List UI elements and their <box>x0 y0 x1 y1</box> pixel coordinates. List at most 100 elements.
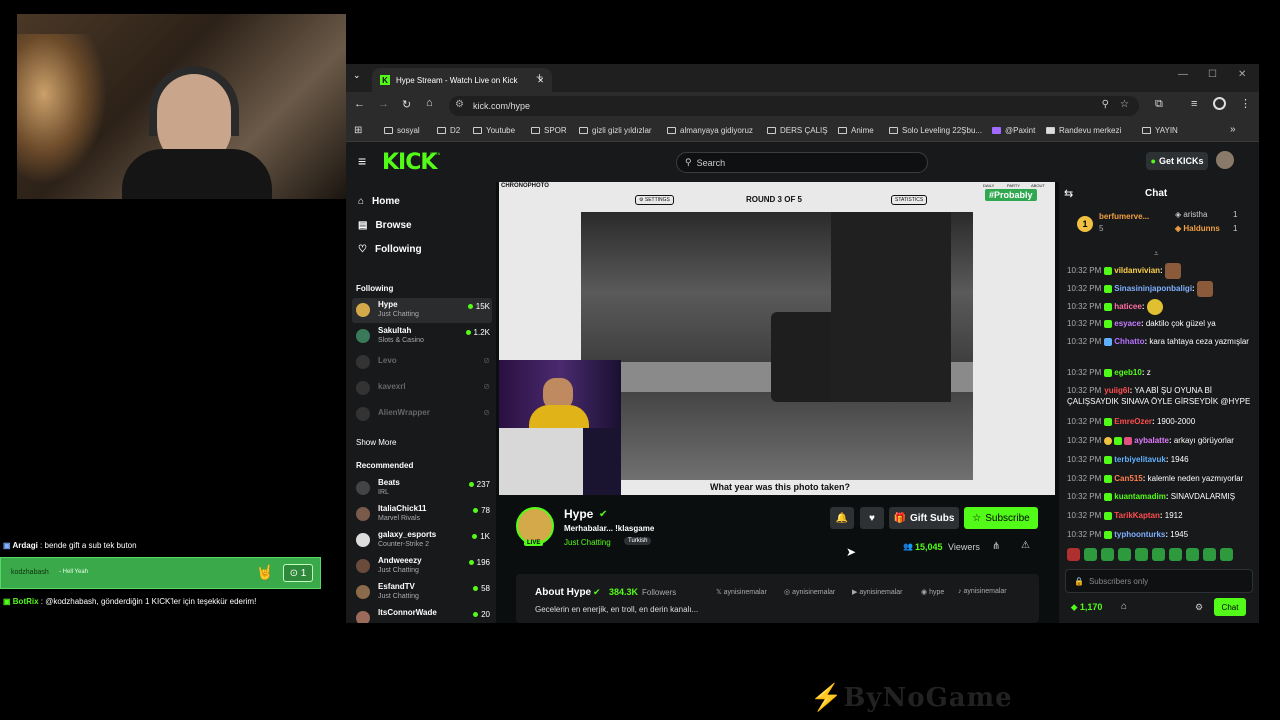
chat-user[interactable]: Chhatto <box>1114 337 1144 346</box>
sidebar-channel-recommended[interactable]: Andweeezy Just Chatting 196 <box>352 554 492 579</box>
social-discord[interactable]: ◉ hype <box>921 588 944 596</box>
video-player[interactable]: CHRONOPHOTO ⚙ SETTINGS ROUND 3 OF 5 STAT… <box>499 182 1055 495</box>
site-info-icon[interactable]: ⚙ <box>455 99 464 110</box>
sidebar-channel-recommended[interactable]: ItsConnorWade 20 <box>352 606 492 623</box>
sidebar-channel-offline[interactable]: kavexrl ⊘ <box>352 376 492 401</box>
back-icon[interactable]: ← <box>354 98 365 110</box>
menu-kebab-icon[interactable]: ⋮ <box>1240 97 1251 110</box>
hamburger-menu-icon[interactable]: ≡ <box>358 153 366 169</box>
get-kicks-button[interactable]: ● Get KICKs <box>1146 152 1208 170</box>
social-x[interactable]: 𝕏 aynisinemalar <box>716 588 767 596</box>
more-bookmarks-icon[interactable]: » <box>1230 124 1236 135</box>
new-tab-icon[interactable]: + <box>536 70 543 84</box>
bookmark-star-icon[interactable]: ☆ <box>1120 99 1129 110</box>
sidebar-channel-recommended[interactable]: EsfandTV Just Chatting 58 <box>352 580 492 605</box>
media-icon[interactable]: ≡ <box>1191 98 1197 110</box>
kicks-balance[interactable]: ⬥ 1,170 <box>1071 602 1102 613</box>
chat-user[interactable]: kuantamadim <box>1114 492 1166 501</box>
chat-input[interactable]: 🔒 Subscribers only <box>1065 569 1253 593</box>
subscribe-button[interactable]: ☆ Subscribe <box>964 507 1038 529</box>
social-tiktok[interactable]: ♪ aynisinemalar <box>958 588 1007 595</box>
zoom-icon[interactable]: ⚲ <box>1102 99 1109 110</box>
address-bar[interactable]: ⚙ kick.com/hype ⚲ ☆ <box>449 96 1139 116</box>
emote-icon[interactable] <box>1169 548 1182 561</box>
social-instagram[interactable]: ◎ aynisinemalar <box>784 588 835 596</box>
emote-icon[interactable] <box>1067 548 1080 561</box>
sidebar-channel-sakultah[interactable]: Sakultah Slots & Casino 1.2K <box>352 324 492 349</box>
language-tag[interactable]: Turkish <box>624 537 652 545</box>
chat-send-button[interactable]: Chat <box>1214 598 1246 616</box>
chat-user[interactable]: typhoonturks <box>1114 530 1165 539</box>
reload-icon[interactable]: ↻ <box>402 98 411 111</box>
report-icon[interactable]: ⚠ <box>1021 540 1030 551</box>
share-icon[interactable]: ⋔ <box>992 541 1000 552</box>
emote-icon[interactable] <box>1152 548 1165 561</box>
get-kicks-label: Get KICKs <box>1158 156 1204 166</box>
category-link[interactable]: Just Chatting <box>564 538 611 547</box>
bookmark-item[interactable]: YAYIN <box>1142 126 1178 135</box>
nav-home[interactable]: ⌂ Home <box>358 196 400 207</box>
bookmark-item[interactable]: Anime <box>838 126 874 135</box>
show-more-link[interactable]: Show More <box>356 438 396 447</box>
bookmark-item[interactable]: almanyaya gidiyoruz <box>667 126 753 135</box>
profile-icon[interactable] <box>1213 97 1226 110</box>
kick-logo[interactable]: KICK <box>382 150 437 175</box>
chat-user[interactable]: EmreOzer <box>1114 417 1152 426</box>
chat-user[interactable]: vildanvivian <box>1114 266 1160 275</box>
bookmark-item[interactable]: Solo Leveling 22Şbu... <box>889 126 982 135</box>
chat-user[interactable]: aybalatte <box>1134 436 1169 445</box>
chat-user[interactable]: egeb10 <box>1114 368 1142 377</box>
maximize-icon[interactable]: ☐ <box>1208 69 1217 80</box>
emote-icon[interactable] <box>1186 548 1199 561</box>
tab-active[interactable]: K Hype Stream - Watch Live on Kick ✕ <box>372 68 552 92</box>
emote-icon[interactable] <box>1084 548 1097 561</box>
emote-icon[interactable] <box>1220 548 1233 561</box>
emote-icon[interactable] <box>1118 548 1131 561</box>
bookmark-item[interactable]: DERS ÇALIŞ <box>767 126 828 135</box>
nav-following[interactable]: ♡ Following <box>358 244 422 255</box>
sidebar-channel-hype[interactable]: Hype Just Chatting 15K <box>352 298 492 323</box>
extensions-icon[interactable]: ⧉ <box>1155 98 1163 111</box>
sidebar-channel-offline[interactable]: Levo ⊘ <box>352 350 492 375</box>
sidebar-channel-offline[interactable]: AlienWrapper ⊘ <box>352 402 492 427</box>
nav-browse[interactable]: ▤ Browse <box>358 220 412 231</box>
notification-bell-button[interactable]: 🔔 <box>830 507 854 529</box>
user-avatar[interactable] <box>1216 151 1234 169</box>
expand-leaderboard-icon[interactable]: ⩡ <box>1154 249 1159 259</box>
sidebar-channel-recommended[interactable]: Beats IRL 237 <box>352 476 492 501</box>
gift-shop-icon[interactable]: ⌂ <box>1121 601 1127 612</box>
bookmark-item[interactable]: @Paxint <box>992 126 1035 135</box>
minimize-icon[interactable]: — <box>1178 69 1188 80</box>
apps-grid-icon[interactable]: ⊞ <box>354 125 362 136</box>
bookmark-item[interactable]: SPOR <box>531 126 567 135</box>
forward-icon[interactable]: → <box>378 98 389 110</box>
viewer-count: 196 <box>476 558 490 567</box>
collapse-chat-icon[interactable]: ⇆ <box>1064 187 1073 200</box>
emote-icon[interactable] <box>1101 548 1114 561</box>
emote-icon[interactable] <box>1203 548 1216 561</box>
chat-settings-icon[interactable]: ⚙ <box>1195 602 1203 613</box>
follow-button[interactable]: ♥ <box>860 507 884 529</box>
chat-user[interactable]: Can515 <box>1114 474 1142 483</box>
chat-user[interactable]: haticee <box>1114 302 1142 311</box>
home-icon[interactable]: ⌂ <box>426 97 433 109</box>
close-window-icon[interactable]: ✕ <box>1238 69 1246 80</box>
channel-title[interactable]: Hype <box>564 507 593 521</box>
chat-user[interactable]: Sinasininjaponbaligi <box>1114 284 1192 293</box>
gift-subs-button[interactable]: 🎁 Gift Subs <box>889 507 959 529</box>
sidebar-channel-recommended[interactable]: ItaliaChick11 Marvel Rivals 78 <box>352 502 492 527</box>
bookmark-item[interactable]: D2 <box>437 126 460 135</box>
search-input[interactable]: ⚲ Search <box>676 152 928 173</box>
bookmark-item[interactable]: gizli gizli yıldızlar <box>579 126 652 135</box>
bookmark-item[interactable]: Randevu merkezi <box>1046 126 1121 135</box>
bookmark-item[interactable]: sosyal <box>384 126 420 135</box>
social-youtube[interactable]: ▶ aynisinemalar <box>852 588 903 596</box>
chat-user[interactable]: yuiig6l <box>1104 386 1129 395</box>
tab-list-icon[interactable]: ⌄ <box>353 70 361 81</box>
bookmark-item[interactable]: Youtube <box>473 126 515 135</box>
emote-icon[interactable] <box>1135 548 1148 561</box>
chat-user[interactable]: terbiyelitavuk <box>1114 455 1166 464</box>
chat-user[interactable]: TarikKaptan <box>1114 511 1160 520</box>
sidebar-channel-recommended[interactable]: galaxy_esports Counter-Strike 2 1K <box>352 528 492 553</box>
chat-user[interactable]: esyace <box>1114 319 1141 328</box>
